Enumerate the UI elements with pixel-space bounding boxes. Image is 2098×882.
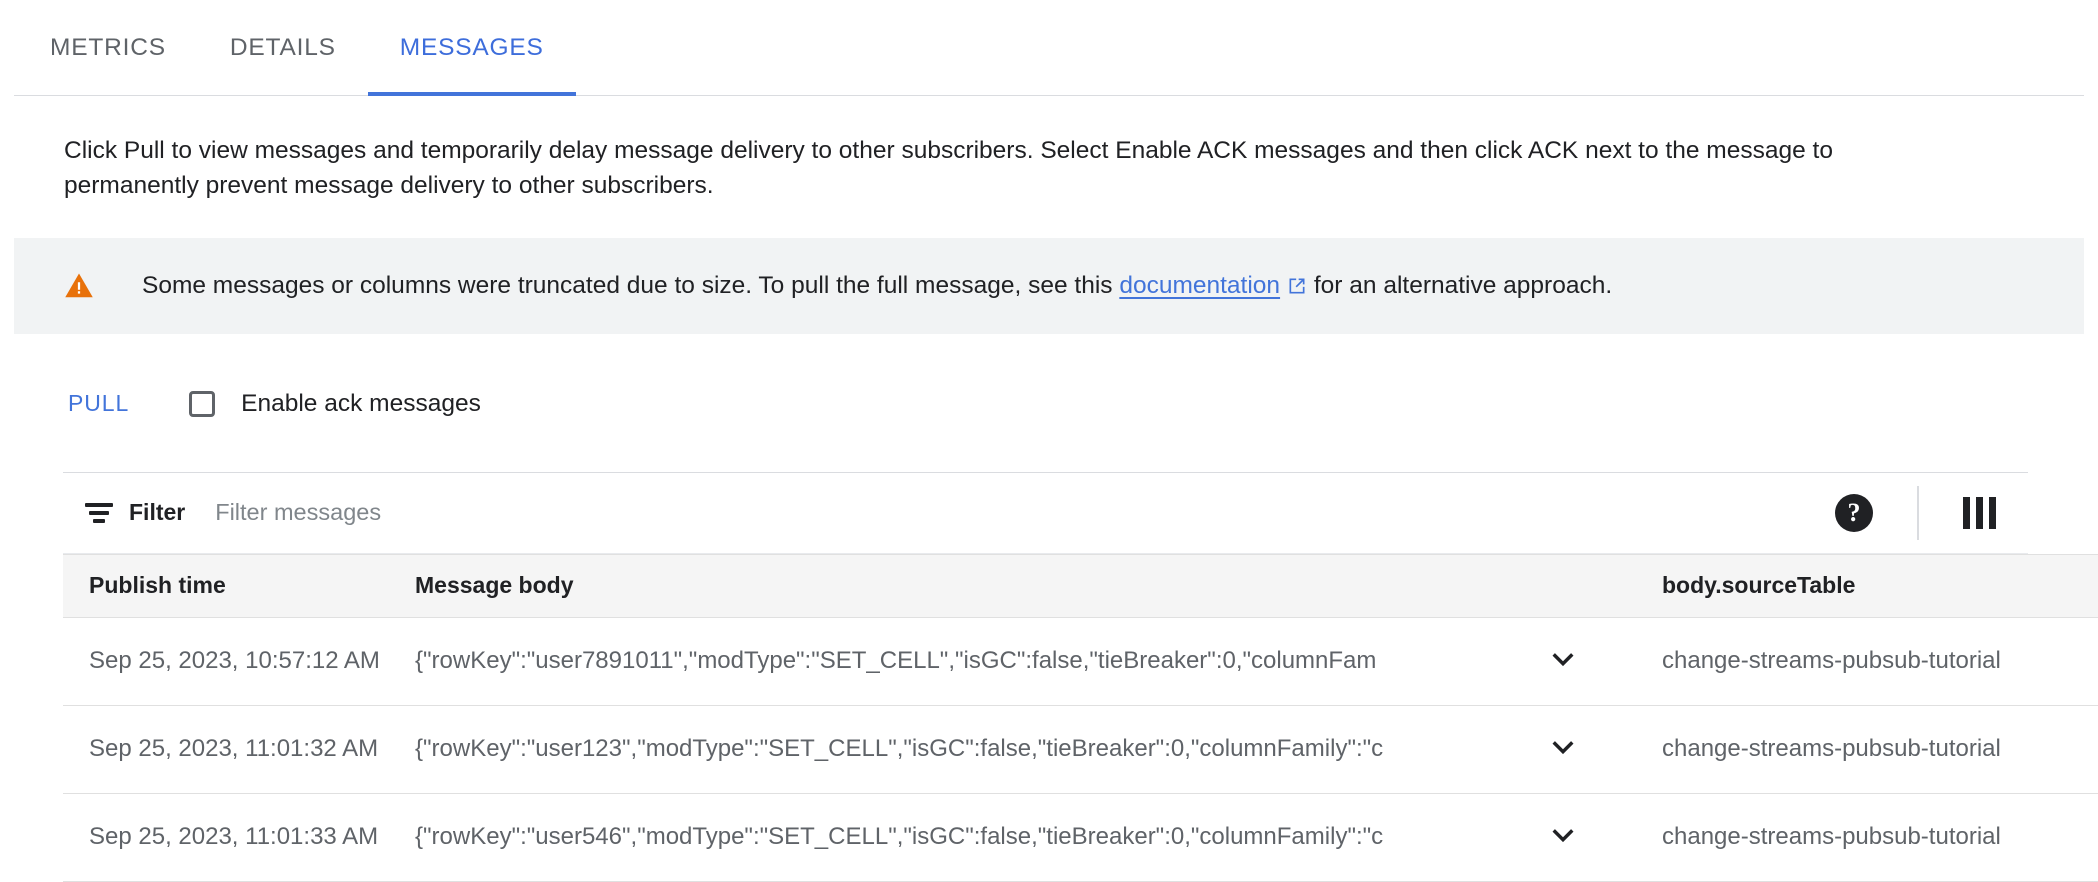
cell-publish-time: Sep 25, 2023, 10:57:12 AM <box>63 617 389 706</box>
filter-label: Filter <box>129 499 186 526</box>
column-header-publish-time[interactable]: Publish time <box>63 553 389 618</box>
cell-message-body: {"rowKey":"user7891011","modType":"SET_C… <box>389 617 1520 706</box>
pull-button[interactable]: PULL <box>64 384 133 423</box>
enable-ack-checkbox[interactable] <box>189 390 216 417</box>
cell-source-table: change-streams-pubsub-tutorial <box>1636 793 2098 882</box>
column-header-expand <box>1520 553 1636 618</box>
tab-metrics-label: METRICS <box>50 34 166 61</box>
documentation-link[interactable]: documentation <box>1119 272 1280 299</box>
chevron-down-icon[interactable] <box>1546 641 1580 675</box>
cell-expand[interactable] <box>1520 793 1636 882</box>
filter-bar: Filter ? <box>63 473 2028 554</box>
chevron-down-icon[interactable] <box>1546 729 1580 763</box>
messages-table-card: Filter ? Publish time Message body body.… <box>63 471 2098 882</box>
banner-text-before: Some messages or columns were truncated … <box>142 271 1113 299</box>
tab-bar: METRICS DETAILS MESSAGES <box>0 0 2098 96</box>
enable-ack-label: Enable ack messages <box>241 389 481 417</box>
tab-messages[interactable]: MESSAGES <box>367 0 576 96</box>
column-header-message-body[interactable]: Message body <box>389 553 1520 618</box>
tab-metrics[interactable]: METRICS <box>18 0 198 96</box>
filter-icon[interactable] <box>85 499 113 527</box>
cell-expand[interactable] <box>1520 705 1636 794</box>
intro-text: Click Pull to view messages and temporar… <box>64 137 1833 199</box>
cell-expand[interactable] <box>1520 617 1636 706</box>
tab-messages-label: MESSAGES <box>399 34 544 61</box>
help-icon[interactable]: ? <box>1835 493 1873 532</box>
cell-message-body: {"rowKey":"user546","modType":"SET_CELL"… <box>389 793 1520 882</box>
column-header-source-table[interactable]: body.sourceTable <box>1636 553 2098 618</box>
column-display-icon[interactable] <box>1963 496 1996 529</box>
cell-message-body: {"rowKey":"user123","modType":"SET_CELL"… <box>389 705 1520 794</box>
table-row[interactable]: Sep 25, 2023, 11:01:33 AM {"rowKey":"use… <box>63 793 2098 882</box>
messages-page: METRICS DETAILS MESSAGES Click Pull to v… <box>0 0 2098 882</box>
cell-publish-time: Sep 25, 2023, 11:01:33 AM <box>63 793 389 882</box>
toolbar-divider <box>1917 485 1919 540</box>
truncation-warning-banner: Some messages or columns were truncated … <box>14 237 2084 334</box>
messages-table: Publish time Message body body.sourceTab… <box>63 553 2098 882</box>
chevron-down-icon[interactable] <box>1546 817 1580 851</box>
table-row[interactable]: Sep 25, 2023, 10:57:12 AM {"rowKey":"use… <box>63 617 2098 706</box>
banner-text-after: for an alternative approach. <box>1313 271 1613 299</box>
table-header-row: Publish time Message body body.sourceTab… <box>63 553 2098 618</box>
warning-triangle-icon <box>65 273 93 297</box>
action-row: PULL Enable ack messages <box>0 378 2098 430</box>
filter-input[interactable] <box>215 499 1835 527</box>
cell-source-table: change-streams-pubsub-tutorial <box>1636 705 2098 794</box>
enable-ack-messages-control[interactable]: Enable ack messages <box>189 390 481 418</box>
table-row[interactable]: Sep 25, 2023, 11:01:32 AM {"rowKey":"use… <box>63 705 2098 794</box>
cell-publish-time: Sep 25, 2023, 11:01:32 AM <box>63 705 389 794</box>
tab-details[interactable]: DETAILS <box>198 0 368 96</box>
banner-message: Some messages or columns were truncated … <box>142 270 1612 302</box>
tab-details-label: DETAILS <box>229 34 336 61</box>
external-link-icon[interactable] <box>1287 276 1307 296</box>
cell-source-table: change-streams-pubsub-tutorial <box>1636 617 2098 706</box>
